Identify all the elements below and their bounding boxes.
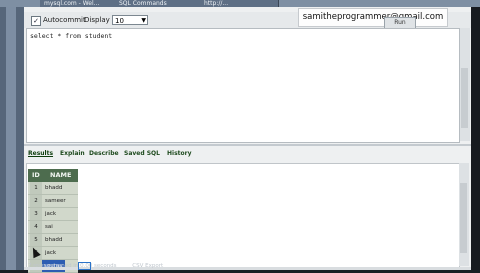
cell-id: 4: [30, 221, 42, 233]
taskbar-tab-1[interactable]: mysql.com - Wel...: [40, 0, 119, 7]
sql-editor[interactable]: select * from student: [26, 28, 460, 143]
cell-name: jack: [45, 250, 57, 256]
right-edge: [471, 7, 480, 270]
sql-commands-window: ✓ Autocommit Display 10 ▼ samitheprogram…: [24, 7, 471, 273]
taskbar-tab-3[interactable]: http://...: [200, 0, 279, 7]
autocommit-checkbox[interactable]: ✓: [31, 16, 41, 26]
table-row[interactable]: 2 sameer: [28, 195, 78, 208]
status-text: 7 rows returned in 0.00 seconds CSV Expo…: [28, 263, 163, 270]
results-scrollbar[interactable]: [459, 163, 469, 266]
tab-results[interactable]: Results: [28, 150, 53, 157]
left-sidebar-strip: [6, 7, 16, 270]
taskbar: mysql.com - Wel... SQL Commands http://.…: [0, 0, 480, 7]
cell-name: sameer: [45, 198, 66, 204]
left-sidebar: [0, 7, 24, 270]
column-header-id[interactable]: ID: [32, 171, 40, 179]
tab-saved-sql[interactable]: Saved SQL: [124, 150, 160, 157]
editor-scroll-thumb[interactable]: [461, 68, 468, 128]
table-row[interactable]: 3 jack: [28, 208, 78, 221]
cell-id: 2: [30, 195, 42, 207]
email-overlay: samitheprogrammer@gmail.com: [298, 8, 448, 27]
autocommit-label: Autocommit: [43, 16, 86, 24]
display-label: Display: [84, 16, 110, 24]
taskbar-tab-2[interactable]: SQL Commands: [115, 0, 204, 7]
tab-explain[interactable]: Explain: [60, 150, 85, 157]
tab-describe[interactable]: Describe: [89, 150, 119, 157]
cell-name: bhadd: [45, 237, 63, 243]
sql-code: select * from student: [30, 32, 113, 40]
cell-id: 5: [30, 234, 42, 246]
column-header-name[interactable]: NAME: [50, 171, 71, 179]
display-select-value: 10: [115, 17, 124, 25]
result-tabs: Results Explain Describe Saved SQL Histo…: [26, 146, 469, 162]
csv-export-link[interactable]: CSV Export: [132, 263, 163, 269]
table-header: ID NAME: [28, 169, 78, 182]
cell-name: jack: [45, 211, 57, 217]
cell-id: 3: [30, 208, 42, 220]
editor-scrollbar[interactable]: [459, 28, 470, 141]
chevron-down-icon: ▼: [141, 17, 146, 24]
cell-id: 1: [30, 182, 42, 194]
table-row[interactable]: 4 sai: [28, 221, 78, 234]
results-table: ID NAME 1 bhadd 2 sameer 3 jack 4 sai 5 …: [28, 169, 78, 273]
display-select[interactable]: 10 ▼: [112, 15, 148, 25]
highlight-box: [78, 262, 91, 270]
results-panel: ID NAME 1 bhadd 2 sameer 3 jack 4 sai 5 …: [26, 163, 460, 273]
tab-history[interactable]: History: [167, 150, 192, 157]
results-scroll-thumb[interactable]: [460, 183, 467, 253]
cell-name: bhadd: [45, 185, 63, 191]
table-row[interactable]: 1 bhadd: [28, 182, 78, 195]
rows-returned-text: 7 rows returned in 0.00 seconds: [28, 263, 117, 269]
cell-name: sai: [45, 224, 53, 230]
